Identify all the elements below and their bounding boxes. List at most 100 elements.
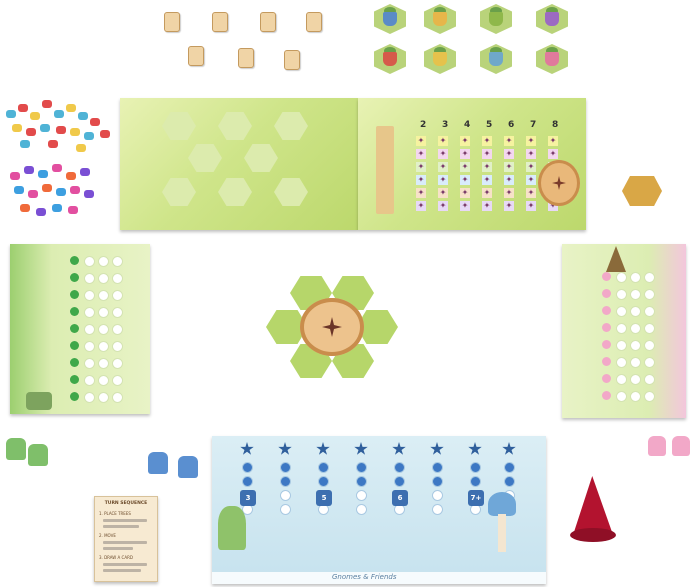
track-space[interactable]	[616, 272, 627, 283]
track-space[interactable]	[630, 289, 641, 300]
track-space[interactable]	[318, 476, 329, 487]
flower-token-icon[interactable]	[28, 190, 38, 198]
score-cell[interactable]: ✦	[504, 136, 514, 146]
track-space[interactable]	[616, 357, 627, 368]
flower-token-icon[interactable]	[6, 110, 16, 118]
flower-token-icon[interactable]	[56, 188, 66, 196]
track-space[interactable]	[616, 340, 627, 351]
flower-token-icon[interactable]	[68, 206, 78, 214]
gnome-meeple-icon[interactable]	[28, 444, 48, 466]
track-space[interactable]	[112, 256, 123, 267]
track-space[interactable]	[616, 374, 627, 385]
flower-token-icon[interactable]	[48, 140, 58, 148]
score-cell[interactable]: ✦	[460, 175, 470, 185]
score-cell[interactable]: ✦	[438, 162, 448, 172]
track-space[interactable]	[112, 324, 123, 335]
score-cell[interactable]: ✦	[460, 201, 470, 211]
flower-token-icon[interactable]	[52, 164, 62, 172]
flower-token-icon[interactable]	[70, 128, 80, 136]
flower-pot-tile[interactable]	[424, 44, 456, 74]
score-cell[interactable]: ✦	[482, 188, 492, 198]
stump-token[interactable]	[622, 176, 662, 206]
flower-token-icon[interactable]	[70, 186, 80, 194]
track-space[interactable]	[98, 324, 109, 335]
flower-token-icon[interactable]	[100, 130, 110, 138]
track-space[interactable]	[70, 273, 79, 282]
track-space[interactable]	[356, 490, 367, 501]
score-cell[interactable]: ✦	[460, 162, 470, 172]
track-space[interactable]	[630, 374, 641, 385]
gnome-meeple-icon[interactable]	[648, 436, 666, 456]
track-space[interactable]	[98, 290, 109, 301]
track-space[interactable]	[394, 462, 405, 473]
track-space[interactable]	[602, 374, 611, 383]
flower-token-icon[interactable]	[54, 110, 64, 118]
score-cell[interactable]: ✦	[438, 201, 448, 211]
track-space[interactable]	[84, 273, 95, 284]
hex-space[interactable]	[218, 178, 252, 206]
score-cell[interactable]: ✦	[504, 149, 514, 159]
track-space[interactable]	[470, 476, 481, 487]
track-space[interactable]	[616, 391, 627, 402]
track-space[interactable]	[70, 375, 79, 384]
wooden-peg[interactable]	[284, 50, 300, 70]
track-space[interactable]	[630, 323, 641, 334]
track-space[interactable]	[70, 392, 79, 401]
track-space[interactable]	[84, 375, 95, 386]
track-space[interactable]	[470, 462, 481, 473]
flower-token-icon[interactable]	[26, 128, 36, 136]
score-cell[interactable]: ✦	[438, 136, 448, 146]
flower-token-icon[interactable]	[14, 186, 24, 194]
score-cell[interactable]: ✦	[482, 149, 492, 159]
track-space[interactable]	[630, 340, 641, 351]
score-cell[interactable]: ✦	[482, 136, 492, 146]
wooden-peg[interactable]	[164, 12, 180, 32]
flower-token-icon[interactable]	[18, 104, 28, 112]
score-cell[interactable]: ✦	[526, 188, 536, 198]
track-space[interactable]	[70, 324, 79, 333]
flower-token-icon[interactable]	[80, 168, 90, 176]
track-space[interactable]	[98, 307, 109, 318]
flower-pot-tile[interactable]	[424, 4, 456, 34]
score-cell[interactable]: ✦	[416, 201, 426, 211]
hex-space[interactable]	[188, 144, 222, 172]
score-cell[interactable]: ✦	[548, 149, 558, 159]
track-space[interactable]	[84, 324, 95, 335]
score-cell[interactable]: ✦	[438, 149, 448, 159]
track-space[interactable]	[112, 341, 123, 352]
wooden-peg[interactable]	[260, 12, 276, 32]
track-space[interactable]	[98, 256, 109, 267]
wooden-peg[interactable]	[188, 46, 204, 66]
gnome-hat-red[interactable]	[570, 476, 616, 542]
score-cell[interactable]: ✦	[504, 175, 514, 185]
score-cell[interactable]: ✦	[504, 188, 514, 198]
track-space[interactable]	[280, 462, 291, 473]
track-space[interactable]	[84, 341, 95, 352]
flower-token-icon[interactable]	[56, 126, 66, 134]
wooden-peg[interactable]	[212, 12, 228, 32]
track-space[interactable]	[602, 391, 611, 400]
score-cell[interactable]: ✦	[482, 162, 492, 172]
flower-token-icon[interactable]	[10, 172, 20, 180]
wooden-peg[interactable]	[306, 12, 322, 32]
track-space[interactable]	[602, 340, 611, 349]
score-cell[interactable]: ✦	[460, 136, 470, 146]
track-space[interactable]	[356, 476, 367, 487]
track-space[interactable]	[644, 391, 655, 402]
track-space[interactable]	[98, 375, 109, 386]
track-space[interactable]	[84, 307, 95, 318]
track-space[interactable]	[84, 358, 95, 369]
track-space[interactable]	[112, 273, 123, 284]
track-space[interactable]	[280, 490, 291, 501]
track-space[interactable]	[356, 504, 367, 515]
track-space[interactable]	[644, 306, 655, 317]
track-space[interactable]	[432, 476, 443, 487]
score-cell[interactable]: ✦	[504, 201, 514, 211]
flower-token-icon[interactable]	[20, 204, 30, 212]
gnome-meeple-icon[interactable]	[178, 456, 198, 478]
flower-pot-tile[interactable]	[374, 44, 406, 74]
flower-token-icon[interactable]	[42, 100, 52, 108]
score-cell[interactable]: ✦	[438, 188, 448, 198]
track-space[interactable]	[112, 307, 123, 318]
gnome-meeple-icon[interactable]	[148, 452, 168, 474]
